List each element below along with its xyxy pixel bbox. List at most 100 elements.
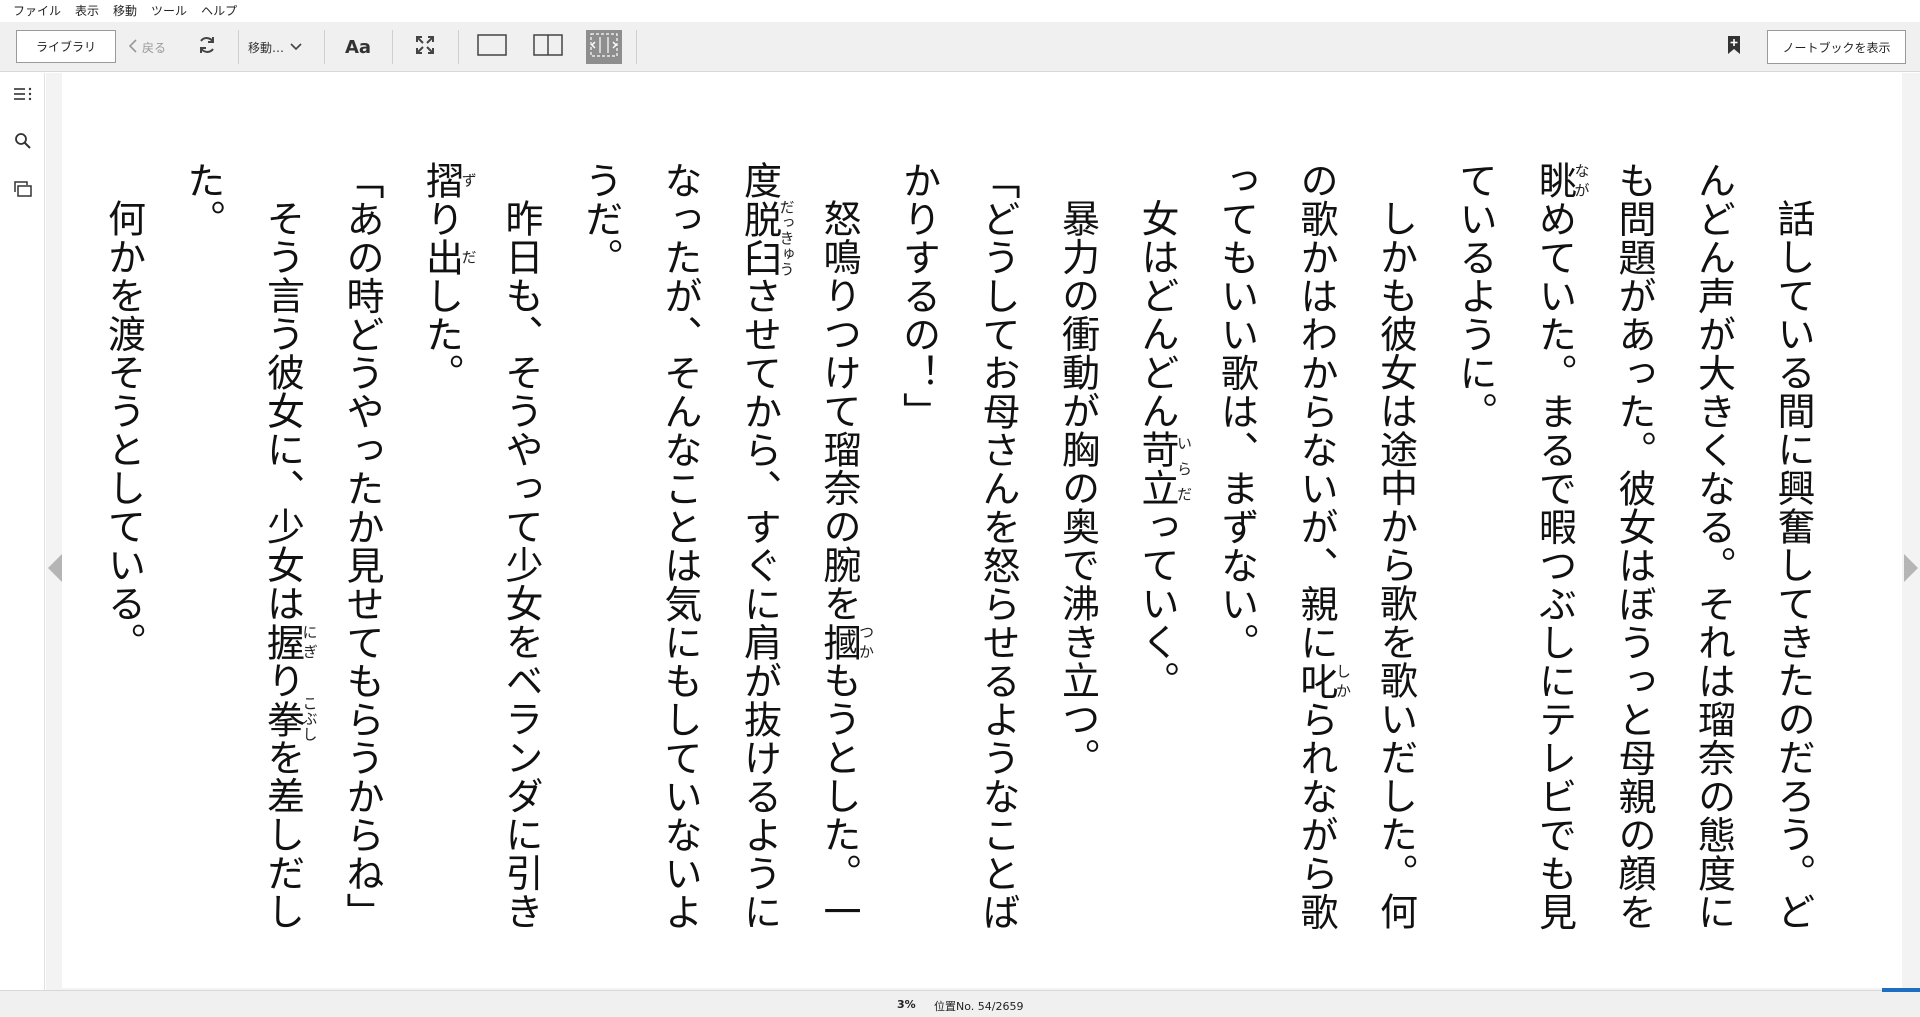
text-paragraph: 女はどんどん苛立いらだっていく。 [1117,161,1197,951]
flashcards-button[interactable] [10,178,36,204]
menu-go[interactable]: 移動 [106,0,144,22]
library-button[interactable]: ライブラリ [16,30,116,63]
ruby-word: 眺なが [1532,161,1591,200]
ruby-word: 摑つか [817,622,875,662]
fit-width-icon [590,33,618,61]
book-text: 話している間に興奮してきたのだろう。どんどん声が大きくなる。それは瑠奈の態度にも… [83,161,1832,951]
ruby-word: 摺ず [420,161,478,200]
text-run: り [260,661,305,700]
library-button-label: ライブラリ [35,40,96,54]
text-paragraph: 怒鳴りつけて瑠奈の腕を摑つかもうとした。一度脱臼だっきゅうさせてから、すぐに肩が… [560,161,878,951]
ruby-base: 出 [419,238,464,277]
text-run: めていた。まるで暇つぶしにテレビでも見ているように。 [1453,161,1577,931]
toolbar-divider [238,30,239,64]
goto-dropdown[interactable]: 移動… [248,34,302,60]
ruby-base: 摑 [817,622,861,662]
previous-page-button[interactable] [46,550,64,586]
text-run: 話している間に興奮してきたのだろう。どんどん声が大きくなる。それは瑠奈の態度にも… [1612,161,1815,931]
text-run: り [419,199,464,239]
font-settings-label: Aa [344,36,372,58]
next-page-button[interactable] [1902,550,1920,586]
sync-button[interactable] [192,32,222,62]
text-run: 「どうしてお母さんを怒らせるようなことばかりするの！」 [896,161,1021,931]
fullscreen-icon [415,35,435,59]
toolbar: ライブラリ 戻る 移動… Aa ノートブックを表示 [0,22,1920,72]
toolbar-divider [392,30,393,64]
fit-width-button[interactable] [586,30,622,64]
menu-tools[interactable]: ツール [144,0,194,22]
previous-page-icon [46,554,64,590]
reading-area: 話している間に興奮してきたのだろう。どんどん声が大きくなる。それは瑠奈の態度にも… [46,73,1920,990]
toolbar-divider [458,30,459,64]
table-of-contents-icon [13,86,33,106]
text-run: 昨日も、そうやって少女をベランダに引き [499,199,543,931]
ruby-word: 拳こぶし [261,696,319,743]
menu-bar: ファイル 表示 移動 ツール ヘルプ [0,0,1920,22]
furigana: いらだ [1175,430,1193,507]
status-bar: 3% 位置No. 54/2659 [0,990,1920,1017]
side-rail [0,73,45,990]
text-paragraph: 何かを渡そうとしている。 [83,161,163,951]
search-icon [14,132,32,154]
ruby-word: 握にぎ [261,623,319,662]
ruby-base: 脱臼 [737,199,782,277]
text-paragraph: 「あの時どうやったか見せてもらうからね」 [322,161,402,951]
text-run: 何かを渡そうとしている。 [101,199,146,661]
ruby-word: 叱しか [1294,661,1352,701]
furigana: つか [857,622,875,662]
reading-progress-percent: 3% [897,998,916,1011]
single-column-button[interactable] [476,33,508,61]
text-paragraph: 暴力の衝動が胸の奥で沸き立つ。 [1037,161,1117,951]
flashcards-icon [14,181,32,201]
text-run: した。 [419,276,464,393]
text-paragraph: そう言う彼女に、少女は握にぎり拳こぶしを差しだした。 [163,161,322,951]
furigana: しか [1334,661,1352,701]
next-page-icon [1902,554,1920,590]
book-page: 話している間に興奮してきたのだろう。どんどん声が大きくなる。それは瑠奈の態度にも… [62,73,1902,988]
furigana: にぎ [300,622,319,662]
fullscreen-button[interactable] [410,32,440,62]
refresh-icon [197,35,217,59]
text-paragraph: 話している間に興奮してきたのだろう。どんどん声が大きくなる。それは瑠奈の態度にも… [1435,161,1833,951]
text-run: っていく。 [1135,507,1179,700]
two-column-button[interactable] [532,33,564,61]
menu-file[interactable]: ファイル [6,0,68,22]
font-settings-button[interactable]: Aa [340,32,376,62]
toolbar-divider [636,30,637,64]
table-of-contents-button[interactable] [10,83,36,109]
two-column-icon [533,34,563,60]
ruby-base: 眺 [1532,161,1577,200]
text-run: させてから、すぐに肩が抜けるようになったが、そんなことは気にもしていないようだ。 [578,161,782,932]
furigana: こぶし [300,695,319,743]
furigana: だ [459,238,478,277]
goto-label: 移動… [248,40,285,55]
show-notebook-button[interactable]: ノートブックを表示 [1767,30,1906,64]
bookmark-button[interactable] [1722,34,1746,60]
ruby-base: 拳 [260,695,305,743]
back-button-label: 戻る [142,40,167,55]
text-run: 暴力の衝動が胸の奥で沸き立つ。 [1055,199,1100,777]
menu-help[interactable]: ヘルプ [194,0,244,22]
furigana: なが [1572,161,1591,200]
text-paragraph: 「どうしてお母さんを怒らせるようなことばかりするの！」 [878,161,1037,951]
furigana: ず [459,161,478,200]
show-notebook-label: ノートブックを表示 [1782,40,1891,55]
chevron-left-icon [128,38,138,57]
toolbar-divider [324,30,325,64]
text-run: 女はどんどん [1135,199,1179,430]
text-run: 「あの時どうやったか見せてもらうからね」 [340,161,384,931]
chevron-down-icon [290,40,302,54]
single-column-icon [477,34,507,60]
text-paragraph: しかも彼女は途中から歌を歌いだした。何の歌かはわからないが、親に叱しかられながら… [1196,161,1435,951]
back-button[interactable]: 戻る [128,34,166,60]
reading-location: 位置No. 54/2659 [934,1000,1024,1013]
ruby-word: 苛立いらだ [1135,430,1193,507]
menu-view[interactable]: 表示 [68,0,106,22]
ruby-word: 脱臼だっきゅう [737,199,796,277]
bookmark-icon [1727,35,1741,59]
kindle-reader-window: ファイル 表示 移動 ツール ヘルプ ライブラリ 戻る 移動… Aa ノートブッ… [0,0,1920,1017]
search-button[interactable] [10,130,36,156]
ruby-base: 叱 [1294,661,1338,701]
text-run: そう言う彼女に、少女は [260,199,305,623]
ruby-word: 出だ [419,238,478,277]
